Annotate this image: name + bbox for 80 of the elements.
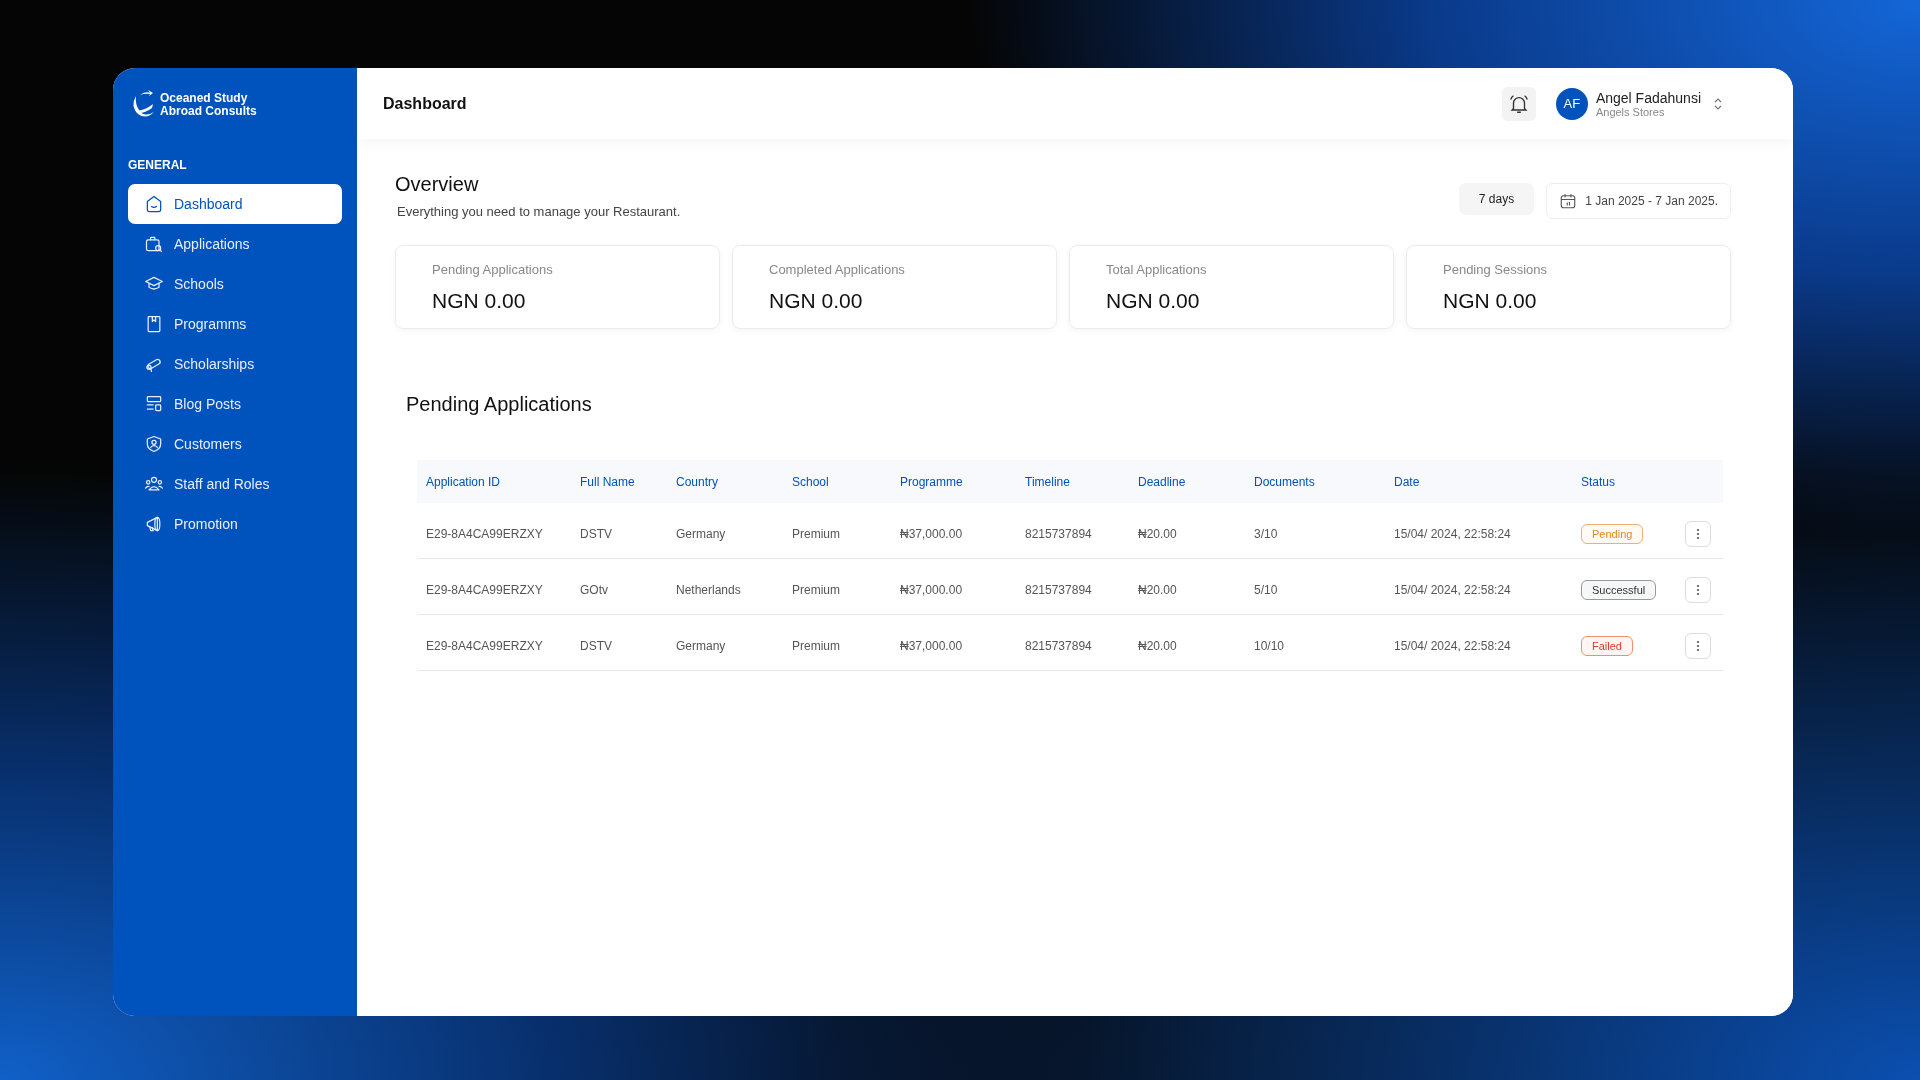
table-cell-text: 3/10 [1254,526,1279,541]
column-header: Status [1581,474,1617,489]
table-cell-text: 15/04/ 2024, 22:58:24 [1394,526,1512,541]
table-cell-text: 15/04/ 2024, 22:58:24 [1394,582,1512,597]
more-vertical-icon [1696,527,1700,540]
user-avatar[interactable]: AF [1555,87,1588,120]
stat-value: NGN 0.00 [1443,289,1538,313]
table-cell-text: Netherlands [676,582,742,597]
column-header: Application ID [426,474,502,489]
table-cell-text: Premium [792,526,841,541]
stat-value: NGN 0.00 [432,289,527,313]
home-icon [144,194,164,214]
table-cell-text: Premium [792,638,841,653]
date-range-picker[interactable]: 1 Jan 2025 - 7 Jan 2025. [1546,183,1731,219]
sidebar-item[interactable]: Schools [128,264,342,304]
table-cell-text: E29-8A4CA99ERZXY [426,582,544,597]
sidebar-item[interactable]: Blog Posts [128,384,342,424]
table-cell-text: ₦37,000.00 [900,638,964,653]
status-tag: Pending [1581,523,1644,544]
table-cell-text: 15/04/ 2024, 22:58:24 [1394,638,1512,653]
table-cell-text: 8215737894 [1025,526,1093,541]
table-cell-text: E29-8A4CA99ERZXY [426,526,544,541]
column-header: Full Name [580,474,636,489]
column-header: Deadline [1138,474,1187,489]
section-heading: GENERAL [128,158,188,172]
section-title: Overview [395,173,480,196]
column-header: School [792,474,830,489]
table-cell-text: ₦20.00 [1138,638,1178,653]
column-header: Programme [900,474,964,489]
table-cell-text: ₦20.00 [1138,582,1178,597]
sidebar-item[interactable]: Scholarships [128,344,342,384]
table-title: Pending Applications [406,393,593,416]
more-options-button[interactable] [1685,520,1711,547]
table-cell-text: GOtv [580,582,609,597]
stat-label: Completed Applications [769,262,906,277]
table-cell-text: DSTV [580,638,613,653]
column-header: Timeline [1025,474,1071,489]
notifications-button[interactable] [1501,86,1536,121]
user-name: Angel Fadahunsi [1595,89,1701,106]
table-cell-text: 10/10 [1254,638,1286,653]
calendar-icon [1559,192,1578,210]
column-header: Country [676,474,720,489]
period-button[interactable]: 7 days [1458,183,1535,215]
more-vertical-icon [1696,583,1700,596]
stat-value: NGN 0.00 [769,289,864,313]
stat-label: Pending Applications [432,262,554,277]
more-options-button[interactable] [1685,632,1711,659]
page-title: Dashboard [383,94,468,113]
table-cell-text: ₦37,000.00 [900,526,964,541]
stat-label: Total Applications [1106,262,1208,277]
table-cell-text: Germany [676,526,727,541]
briefcase-search-icon [144,234,164,254]
table-cell-text: DSTV [580,526,613,541]
table-cell-text: Germany [676,638,727,653]
table-cell-text: Premium [792,582,841,597]
store-name: Angels Stores [1595,105,1666,118]
sidebar-item[interactable]: Programms [128,304,342,344]
column-header: Date [1394,474,1421,489]
stat-label: Pending Sessions [1443,262,1549,277]
table-cell-text: E29-8A4CA99ERZXY [426,638,544,653]
more-options-button[interactable] [1685,576,1711,603]
table-cell-text: ₦20.00 [1138,526,1178,541]
sidebar-item[interactable]: Applications [128,224,342,264]
sidebar-item[interactable]: Promotion [128,504,342,544]
stat-value: NGN 0.00 [1106,289,1201,313]
status-tag: Successful [1581,579,1657,600]
more-vertical-icon [1696,639,1700,652]
layout-icon [144,394,164,414]
column-header: Documents [1254,474,1316,489]
table-cell-text: 5/10 [1254,582,1279,597]
sidebar-item[interactable]: Staff and Roles [128,464,342,504]
table-cell-text: 8215737894 [1025,638,1093,653]
sidebar-item[interactable]: Customers [128,424,342,464]
status-tag: Failed [1581,635,1633,656]
table-cell-text: ₦37,000.00 [900,582,964,597]
section-subtitle: Everything you need to manage your Restaurant. [397,204,681,219]
brand-name: Oceaned Study Abroad Consults [160,92,258,118]
table-cell-text: 8215737894 [1025,582,1093,597]
sidebar-item[interactable]: Dashboard [128,184,342,224]
shield-user-icon [144,434,164,454]
